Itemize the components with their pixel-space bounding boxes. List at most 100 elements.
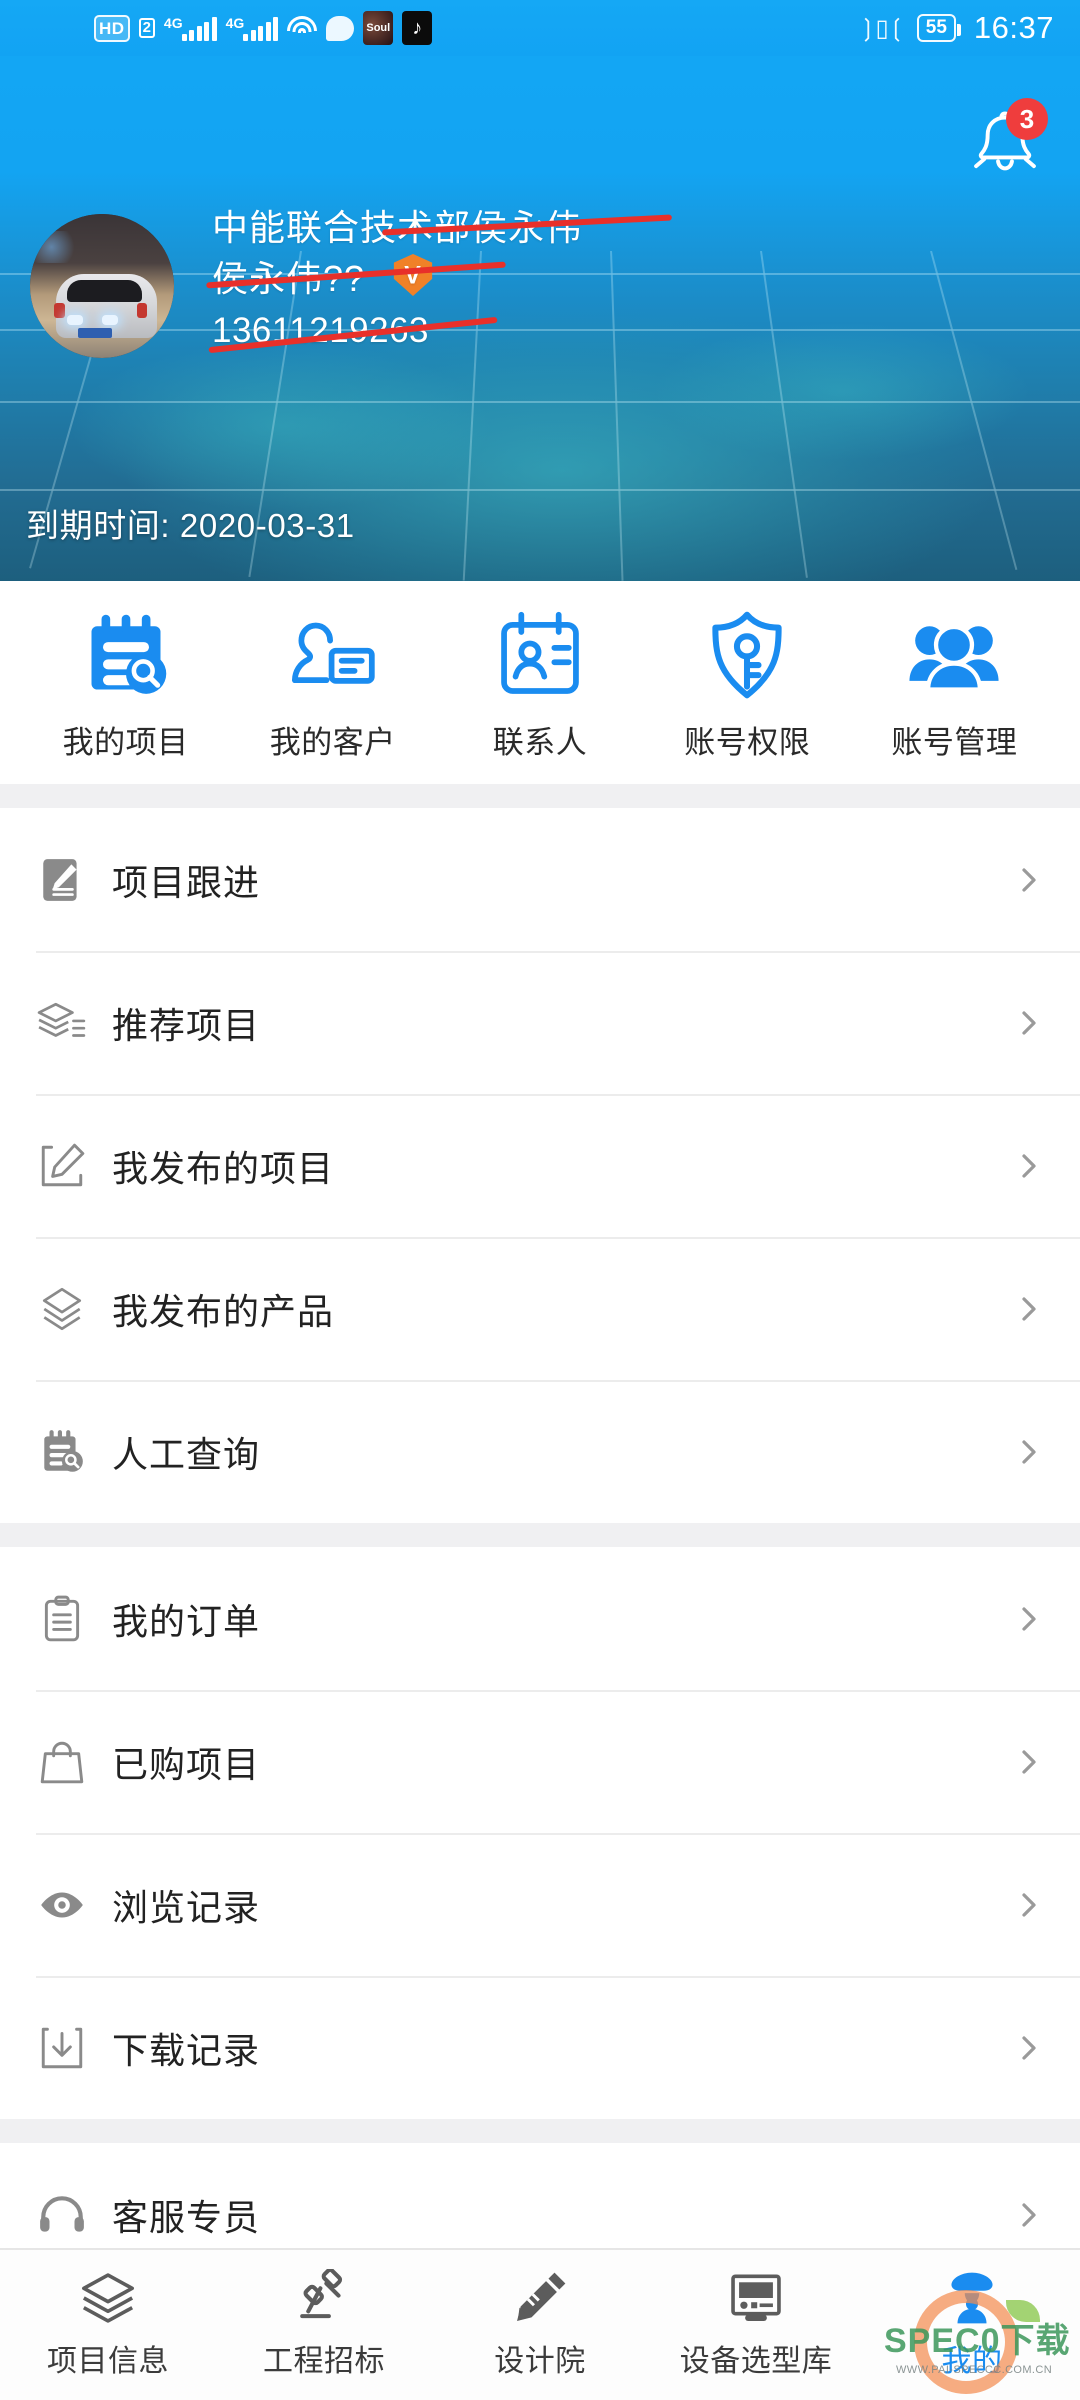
pen-ruler-icon bbox=[509, 2270, 571, 2326]
chevron-right-icon bbox=[1014, 1008, 1044, 1038]
quick-action-account-permissions[interactable]: 账号权限 bbox=[644, 607, 851, 762]
chevron-right-icon bbox=[1014, 1151, 1044, 1181]
list-item-label: 人工查询 bbox=[112, 1433, 261, 1475]
quick-action-my-customers[interactable]: 我的客户 bbox=[229, 607, 436, 762]
notification-badge: 3 bbox=[1006, 98, 1048, 140]
user-hat-icon bbox=[941, 2270, 1003, 2326]
notepad-search-icon bbox=[36, 1426, 88, 1478]
list-item-my-published-products[interactable]: 我发布的产品 bbox=[0, 1237, 1080, 1380]
list-item-recommended-projects[interactable]: 推荐项目 bbox=[0, 951, 1080, 1094]
list-item-browse-history[interactable]: 浏览记录 bbox=[0, 1833, 1080, 1976]
expiry-date: 到期时间: 2020-03-31 bbox=[26, 507, 355, 544]
note-pencil-icon bbox=[36, 854, 88, 906]
chevron-right-icon bbox=[1014, 2033, 1044, 2063]
layers-lines-icon bbox=[36, 997, 88, 1049]
status-bar-clock: 16:37 bbox=[973, 10, 1054, 45]
tab-mine[interactable]: 我的 bbox=[864, 2270, 1080, 2380]
avatar[interactable] bbox=[30, 214, 174, 358]
tab-project-info[interactable]: 项目信息 bbox=[0, 2270, 216, 2380]
profile-header: 3 中能联合技术部侯永伟 侯永伟?? V 13611219263 到期时间: 2… bbox=[0, 56, 1080, 581]
edit-square-icon bbox=[36, 1140, 88, 1192]
section-divider bbox=[0, 784, 1080, 808]
chevron-right-icon bbox=[1014, 865, 1044, 895]
quick-action-label: 我的项目 bbox=[62, 725, 189, 760]
status-bar: HD 2 4G 4G Soul ♪ ❳▯❲ 55 16:37 bbox=[0, 0, 1080, 56]
shield-key-icon bbox=[699, 607, 795, 703]
company-name: 中能联合技术部侯永伟 bbox=[212, 204, 832, 252]
message-bubble-icon bbox=[326, 15, 355, 41]
tab-equipment-library[interactable]: 设备选型库 bbox=[648, 2270, 864, 2380]
tab-design-institute[interactable]: 设计院 bbox=[432, 2270, 648, 2380]
wifi-icon bbox=[287, 16, 318, 40]
users-group-icon bbox=[906, 607, 1002, 703]
app-screen: HD 2 4G 4G Soul ♪ ❳▯❲ 55 16:37 3 中能联合技术部… bbox=[0, 0, 1080, 2400]
verified-badge-icon: V bbox=[390, 253, 436, 297]
eye-icon bbox=[36, 1879, 88, 1931]
network-type-2: 4G bbox=[225, 15, 245, 31]
customer-card-icon bbox=[285, 607, 381, 703]
project-search-icon bbox=[78, 607, 174, 703]
list-group-projects: 项目跟进 推荐项目 我发布的项目 我发布的产品 人工查询 bbox=[0, 808, 1080, 1523]
tab-label: 设备选型库 bbox=[679, 2345, 833, 2378]
list-item-label: 推荐项目 bbox=[112, 1004, 261, 1046]
download-icon bbox=[36, 2022, 88, 2074]
hd-icon: HD bbox=[94, 14, 130, 42]
chevron-right-icon bbox=[1014, 1437, 1044, 1467]
vibrate-icon: ❳▯❲ bbox=[857, 14, 906, 42]
signal-2: 4G bbox=[226, 15, 279, 41]
contact-card-icon bbox=[492, 607, 588, 703]
signal-bars-icon-2 bbox=[243, 15, 279, 41]
list-item-label: 浏览记录 bbox=[112, 1886, 261, 1928]
tab-engineering-bidding[interactable]: 工程招标 bbox=[216, 2269, 432, 2380]
quick-action-contacts[interactable]: 联系人 bbox=[436, 607, 643, 762]
tab-label: 设计院 bbox=[494, 2345, 586, 2378]
tab-label: 我的 bbox=[941, 2345, 1003, 2378]
list-item-label: 已购项目 bbox=[112, 1743, 261, 1785]
list-item-manual-query[interactable]: 人工查询 bbox=[0, 1380, 1080, 1523]
tab-label: 项目信息 bbox=[47, 2345, 169, 2378]
phone-number: 13611219263 bbox=[208, 306, 832, 356]
quick-action-account-management[interactable]: 账号管理 bbox=[851, 607, 1058, 762]
list-item-purchased-projects[interactable]: 已购项目 bbox=[0, 1690, 1080, 1833]
user-name: 侯永伟?? V bbox=[206, 252, 832, 306]
list-item-download-history[interactable]: 下载记录 bbox=[0, 1976, 1080, 2119]
list-item-label: 我的订单 bbox=[112, 1600, 261, 1642]
signal-1: 4G bbox=[164, 15, 217, 41]
tiktok-app-icon: ♪ bbox=[402, 11, 433, 45]
list-item-label: 下载记录 bbox=[112, 2029, 261, 2071]
quick-action-label: 账号管理 bbox=[891, 725, 1018, 760]
profile-info: 中能联合技术部侯永伟 侯永伟?? V 13611219263 bbox=[206, 204, 832, 356]
battery-icon: 55 bbox=[916, 14, 962, 42]
chevron-right-icon bbox=[1014, 1604, 1044, 1634]
status-bar-right: ❳▯❲ 55 16:37 bbox=[857, 10, 1054, 46]
quick-action-my-projects[interactable]: 我的项目 bbox=[22, 607, 229, 762]
server-icon bbox=[725, 2270, 787, 2326]
chevron-right-icon bbox=[1014, 1294, 1044, 1324]
quick-action-label: 联系人 bbox=[492, 725, 588, 760]
soul-app-icon: Soul bbox=[363, 11, 394, 45]
bottom-tab-bar: 项目信息 工程招标 设计院 设备选型库 我的 SPEC0下载 WWW.PAI-S… bbox=[0, 2248, 1080, 2400]
headset-agent-icon bbox=[36, 2189, 88, 2241]
list-item-label: 项目跟进 bbox=[112, 861, 261, 903]
list-item-my-published-projects[interactable]: 我发布的项目 bbox=[0, 1094, 1080, 1237]
chevron-right-icon bbox=[1014, 1747, 1044, 1777]
section-divider bbox=[0, 1523, 1080, 1547]
stacked-diamond-icon bbox=[36, 1283, 88, 1335]
tab-label: 工程招标 bbox=[263, 2345, 385, 2378]
section-divider bbox=[0, 2119, 1080, 2143]
status-bar-left: HD 2 4G 4G Soul ♪ bbox=[94, 11, 433, 45]
svg-text:V: V bbox=[404, 262, 422, 290]
sim-indicator: 2 bbox=[138, 18, 155, 38]
quick-action-grid: 我的项目 我的客户 联系人 账号权限 账号管理 bbox=[0, 581, 1080, 784]
gavel-icon bbox=[293, 2269, 355, 2326]
list-item-project-follow[interactable]: 项目跟进 bbox=[0, 808, 1080, 951]
list-item-my-orders[interactable]: 我的订单 bbox=[0, 1547, 1080, 1690]
chevron-right-icon bbox=[1014, 1890, 1044, 1920]
list-item-label: 客服专员 bbox=[112, 2196, 261, 2238]
network-type-1: 4G bbox=[163, 15, 183, 31]
quick-action-label: 我的客户 bbox=[269, 725, 396, 760]
list-item-label: 我发布的产品 bbox=[112, 1290, 335, 1332]
shopping-bag-icon bbox=[36, 1736, 88, 1788]
list-group-orders: 我的订单 已购项目 浏览记录 下载记录 bbox=[0, 1547, 1080, 2119]
notification-bell-button[interactable]: 3 bbox=[968, 98, 1048, 180]
